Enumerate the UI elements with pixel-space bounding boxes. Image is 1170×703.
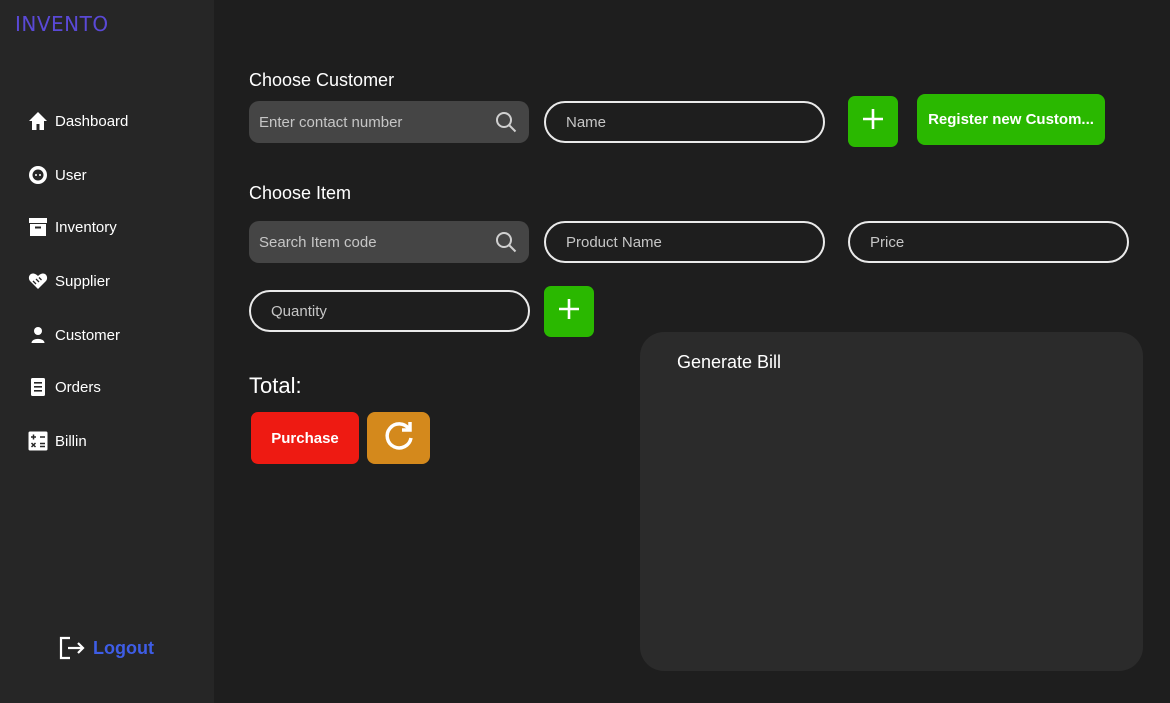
register-customer-button[interactable]: Register new Custom... [917,94,1105,145]
home-icon [28,111,48,131]
sidebar-item-label: Orders [55,378,101,396]
document-icon [28,377,48,397]
product-name-field [544,221,825,263]
choose-item-title: Choose Item [249,183,352,203]
person-icon [28,325,48,345]
logout-label: Logout [93,637,154,658]
item-code-search-box [249,221,529,263]
choose-customer-title: Choose Customer [249,70,395,90]
handshake-heart-icon [28,271,48,291]
logout-icon [58,634,86,662]
sidebar-item-inventory[interactable]: Inventory [28,215,117,239]
plus-icon [557,297,581,326]
customer-name-input[interactable] [566,103,802,141]
quantity-field [249,290,530,332]
sidebar: INVENTO Dashboard User Inventory Supplie… [0,0,214,703]
purchase-button[interactable]: Purchase [251,412,359,464]
calculator-icon [28,431,48,451]
item-code-input[interactable] [259,221,479,263]
sidebar-item-label: Dashboard [55,112,129,130]
sidebar-item-label: Billin [55,432,87,450]
plus-icon [861,107,885,136]
search-icon[interactable] [495,231,517,253]
refresh-button[interactable] [367,412,430,464]
search-icon[interactable] [495,111,517,133]
add-customer-button[interactable] [848,96,898,147]
price-input[interactable] [870,223,1106,261]
sidebar-item-label: Customer [55,326,121,344]
add-item-button[interactable] [544,286,594,337]
product-name-input[interactable] [566,223,802,261]
customer-name-field [544,101,825,143]
quantity-input[interactable] [271,292,507,330]
sidebar-item-label: Supplier [55,272,111,290]
sidebar-item-supplier[interactable]: Supplier [28,269,110,293]
sidebar-item-user[interactable]: User [28,163,87,187]
sidebar-item-orders[interactable]: Orders [28,375,101,399]
price-field [848,221,1129,263]
refresh-icon [382,419,416,458]
brand-logo: INVENTO [15,12,109,36]
sidebar-item-label: User [55,166,87,184]
logout-button[interactable]: Logout [58,634,154,662]
bill-panel: Generate Bill [640,332,1143,671]
sidebar-item-dashboard[interactable]: Dashboard [28,109,128,133]
user-circle-icon [28,165,48,185]
bill-title: Generate Bill [677,352,782,372]
archive-box-icon [28,217,48,237]
sidebar-item-label: Inventory [55,218,117,236]
sidebar-item-billing[interactable]: Billin [28,429,87,453]
contact-search-box [249,101,529,143]
contact-number-input[interactable] [259,101,479,143]
total-label: Total: [249,373,302,398]
sidebar-item-customer[interactable]: Customer [28,323,120,347]
